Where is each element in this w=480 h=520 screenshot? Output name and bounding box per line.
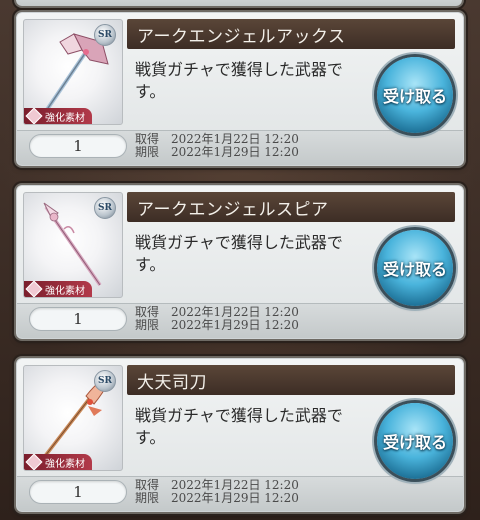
item-title: 大天司刀 xyxy=(137,373,207,393)
rarity-badge: SR xyxy=(94,370,116,392)
quantity-display: 1 xyxy=(29,134,127,158)
diamond-icon xyxy=(25,107,43,124)
item-title: アークエンジェルスピア xyxy=(137,200,329,220)
quantity-display: 1 xyxy=(29,480,127,504)
material-tag-label: 強化素材 xyxy=(45,285,85,297)
gift-card: SR 強化素材 アークエンジェルスピア 戦貨ガチャで獲得した武器です。 1 取得… xyxy=(16,185,464,339)
item-thumbnail[interactable]: SR 強化素材 xyxy=(23,192,123,298)
item-description: 戦貨ガチャで獲得した武器です。 xyxy=(135,233,343,274)
expiry-label: 期限 xyxy=(135,145,160,159)
date-info: 取得 2022年1月22日 12:20 期限 2022年1月29日 12:20 xyxy=(135,306,299,332)
rarity-badge: SR xyxy=(94,197,116,219)
receive-button[interactable]: 受け取る xyxy=(377,403,453,479)
receive-button-label: 受け取る xyxy=(382,260,447,279)
quantity-display: 1 xyxy=(29,307,127,331)
item-description: 戦貨ガチャで獲得した武器です。 xyxy=(135,406,343,447)
title-bar: アークエンジェルスピア xyxy=(127,192,455,222)
receive-button[interactable]: 受け取る xyxy=(377,57,453,133)
item-thumbnail[interactable]: SR 強化素材 xyxy=(23,19,123,125)
item-title: アークエンジェルアックス xyxy=(137,27,346,47)
expiry-date: 2022年1月29日 12:20 xyxy=(171,491,299,505)
receive-button[interactable]: 受け取る xyxy=(377,230,453,306)
diamond-icon xyxy=(25,280,43,297)
gift-card: SR 強化素材 アークエンジェルアックス 戦貨ガチャで獲得した武器です。 1 取… xyxy=(16,12,464,166)
material-tag-label: 強化素材 xyxy=(45,458,85,470)
gift-card: SR 強化素材 大天司刀 戦貨ガチャで獲得した武器です。 1 取得 2022年1月… xyxy=(16,358,464,512)
expiry-label: 期限 xyxy=(135,491,160,505)
material-tag: 強化素材 xyxy=(24,280,92,297)
material-tag-label: 強化素材 xyxy=(45,112,85,124)
expiry-label: 期限 xyxy=(135,318,160,332)
item-description: 戦貨ガチャで獲得した武器です。 xyxy=(135,60,343,101)
expiry-date: 2022年1月29日 12:20 xyxy=(171,318,299,332)
receive-button-label: 受け取る xyxy=(382,87,447,106)
title-bar: 大天司刀 xyxy=(127,365,455,395)
item-thumbnail[interactable]: SR 強化素材 xyxy=(23,365,123,471)
rarity-badge: SR xyxy=(94,24,116,46)
diamond-icon xyxy=(25,453,43,470)
date-info: 取得 2022年1月22日 12:20 期限 2022年1月29日 12:20 xyxy=(135,479,299,505)
title-bar: アークエンジェルアックス xyxy=(127,19,455,49)
previous-card-bottom xyxy=(16,0,462,6)
material-tag: 強化素材 xyxy=(24,453,92,470)
date-info: 取得 2022年1月22日 12:20 期限 2022年1月29日 12:20 xyxy=(135,133,299,159)
material-tag: 強化素材 xyxy=(24,107,92,124)
receive-button-label: 受け取る xyxy=(382,433,447,452)
expiry-date: 2022年1月29日 12:20 xyxy=(171,145,299,159)
